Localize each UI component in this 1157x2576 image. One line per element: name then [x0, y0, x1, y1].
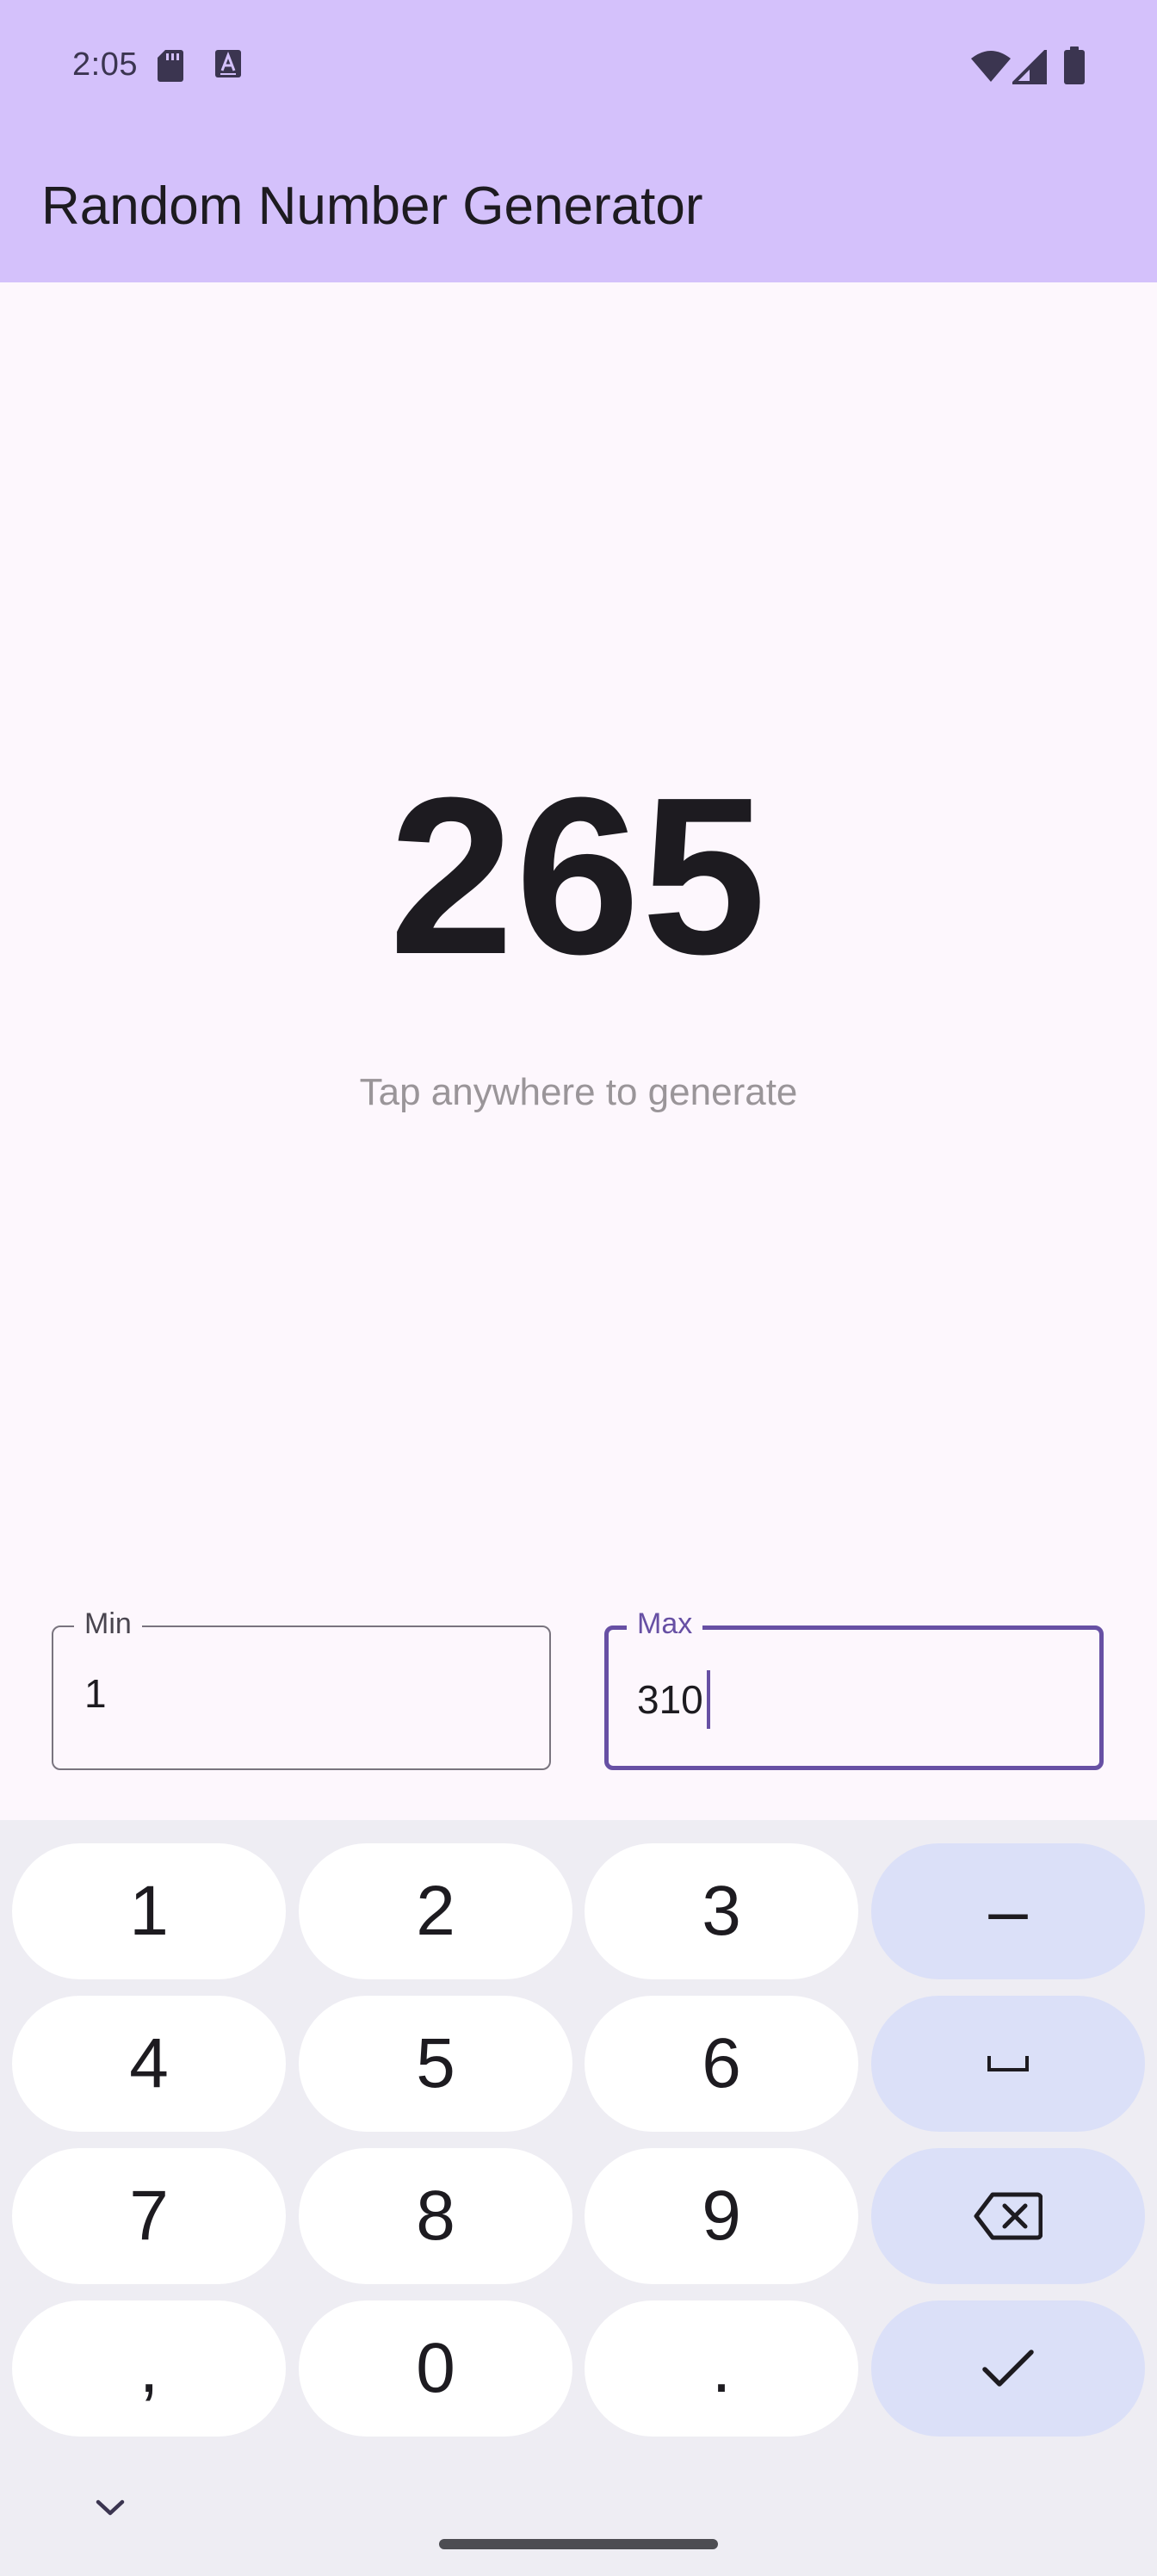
keyboard-a-icon — [215, 50, 241, 77]
min-field-value: 1 — [84, 1670, 107, 1717]
status-time: 2:05 — [72, 46, 138, 83]
key-backspace[interactable] — [871, 2148, 1145, 2284]
home-indicator[interactable] — [439, 2539, 718, 2549]
backspace-icon — [974, 2192, 1043, 2240]
key-done[interactable] — [871, 2300, 1145, 2437]
key-minus[interactable]: – — [871, 1843, 1145, 1979]
app-bar: Random Number Generator — [0, 138, 1157, 282]
app-title: Random Number Generator — [41, 176, 703, 236]
max-field-label: Max — [627, 1605, 703, 1643]
key-4[interactable]: 4 — [12, 1996, 286, 2132]
key-7[interactable]: 7 — [12, 2148, 286, 2284]
cell-signal-icon — [1012, 50, 1047, 84]
min-field[interactable]: Min 1 — [52, 1605, 551, 1770]
key-0[interactable]: 0 — [299, 2300, 572, 2437]
battery-icon — [1064, 46, 1085, 84]
key-period[interactable]: . — [585, 2300, 858, 2437]
chevron-down-icon[interactable] — [93, 2497, 127, 2517]
key-2[interactable]: 2 — [299, 1843, 572, 1979]
key-space[interactable] — [871, 1996, 1145, 2132]
space-icon — [987, 2056, 1029, 2071]
key-5[interactable]: 5 — [299, 1996, 572, 2132]
key-comma[interactable]: , — [12, 2300, 286, 2437]
max-value-text: 310 — [637, 1677, 703, 1722]
status-bar: 2:05 — [0, 0, 1157, 138]
min-field-label: Min — [74, 1605, 142, 1643]
sd-card-icon — [158, 50, 183, 82]
wifi-icon — [971, 51, 1011, 82]
min-value-text: 1 — [84, 1671, 107, 1716]
key-3[interactable]: 3 — [585, 1843, 858, 1979]
key-9[interactable]: 9 — [585, 2148, 858, 2284]
checkmark-icon — [982, 2350, 1034, 2387]
screen: 2:05 Random Number Generator 265 Tap any… — [0, 0, 1157, 2576]
text-cursor — [706, 1670, 710, 1729]
generate-tap-area[interactable]: 265 Tap anywhere to generate — [0, 282, 1157, 1820]
generate-hint: Tap anywhere to generate — [359, 1071, 798, 1113]
max-field[interactable]: Max 310 — [604, 1605, 1104, 1770]
key-8[interactable]: 8 — [299, 2148, 572, 2284]
key-6[interactable]: 6 — [585, 1996, 858, 2132]
max-field-value: 310 — [637, 1670, 710, 1729]
random-number-display: 265 — [389, 752, 768, 1001]
key-1[interactable]: 1 — [12, 1843, 286, 1979]
